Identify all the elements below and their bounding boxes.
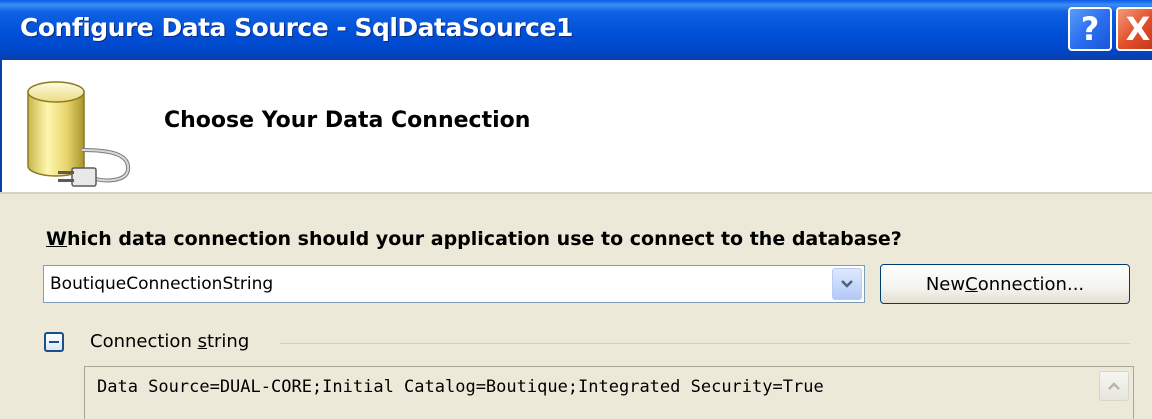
connection-dropdown[interactable]: BoutiqueConnectionString xyxy=(43,265,865,303)
scroll-up-button[interactable] xyxy=(1099,371,1129,401)
help-icon: ? xyxy=(1080,10,1100,48)
header-divider xyxy=(0,192,1152,194)
window-title: Configure Data Source - SqlDataSource1 xyxy=(20,13,573,42)
help-button[interactable]: ? xyxy=(1068,7,1112,51)
connection-string-value: Data Source=DUAL-CORE;Initial Catalog=Bo… xyxy=(97,377,824,397)
question-text: hich data connection should your applica… xyxy=(66,228,902,250)
connection-dropdown-value: BoutiqueConnectionString xyxy=(50,274,274,294)
new-connection-label-post: onnection... xyxy=(977,273,1085,295)
database-plug-icon xyxy=(27,81,131,187)
connection-question-label: Which data connection should your applic… xyxy=(46,228,902,250)
close-icon: X xyxy=(1125,10,1151,48)
new-connection-mnemonic: C xyxy=(965,273,978,295)
new-connection-label-pre: New xyxy=(925,273,966,295)
connection-string-label: Connection string xyxy=(90,331,249,352)
collapse-icon[interactable] xyxy=(44,332,64,352)
configure-data-source-dialog: Configure Data Source - SqlDataSource1 ?… xyxy=(0,0,1152,419)
connection-string-label-post: tring xyxy=(206,331,250,352)
page-title: Choose Your Data Connection xyxy=(164,108,531,133)
title-bar[interactable]: Configure Data Source - SqlDataSource1 ?… xyxy=(0,0,1152,60)
close-button[interactable]: X xyxy=(1116,7,1152,51)
group-divider-line xyxy=(280,343,1130,344)
new-connection-button[interactable]: New Connection... xyxy=(880,264,1130,304)
dropdown-arrow-button[interactable] xyxy=(832,268,862,300)
connection-string-label-pre: Connection xyxy=(90,331,198,352)
connection-string-mnemonic: s xyxy=(197,331,207,352)
chevron-down-icon xyxy=(841,280,853,288)
wizard-header: Choose Your Data Connection xyxy=(0,60,1152,192)
question-mnemonic: W xyxy=(46,228,67,250)
chevron-up-icon xyxy=(1108,382,1120,390)
connection-string-textbox[interactable]: Data Source=DUAL-CORE;Initial Catalog=Bo… xyxy=(84,366,1134,419)
